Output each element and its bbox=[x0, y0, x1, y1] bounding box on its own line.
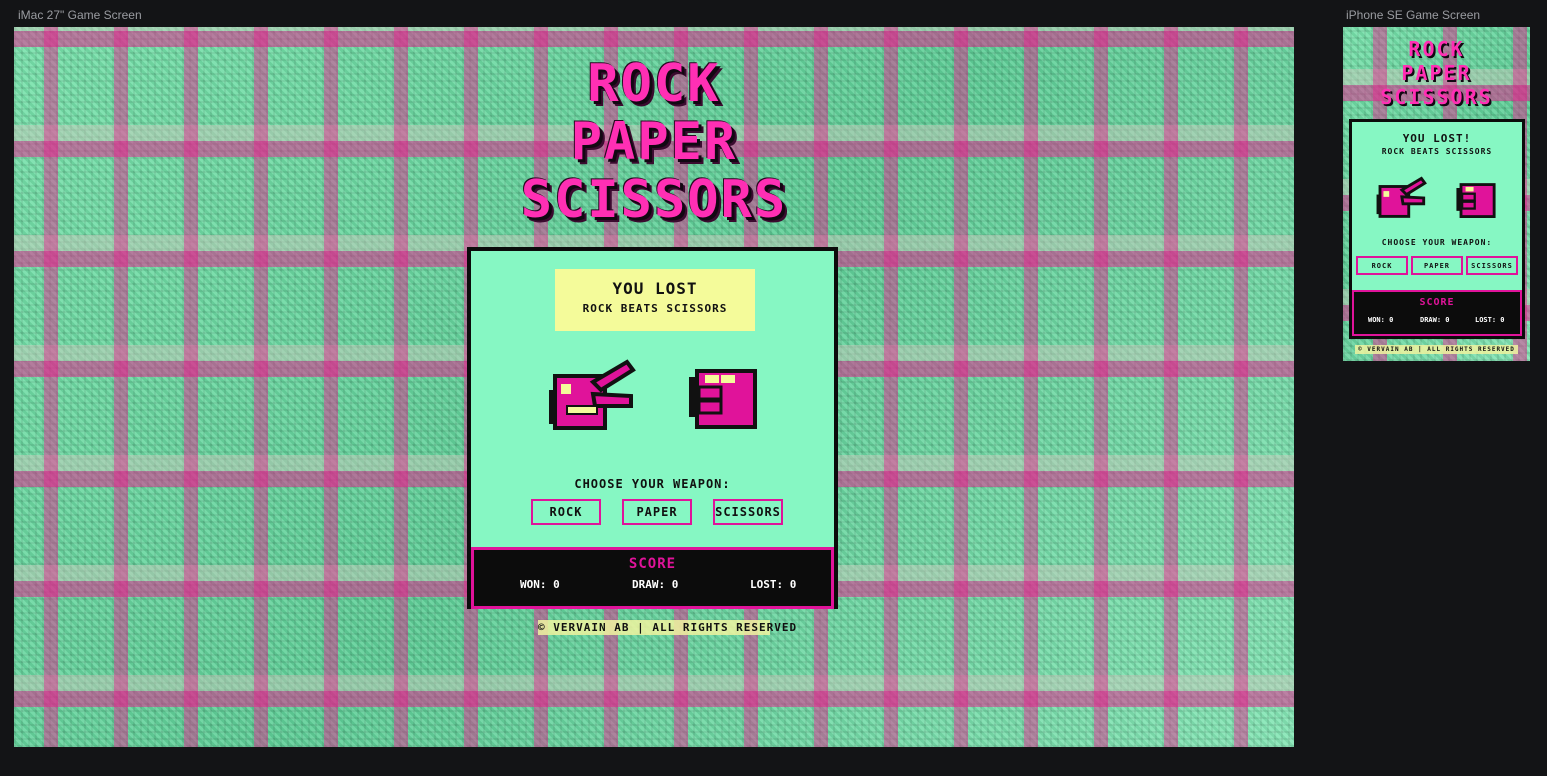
mobile-game-panel: YOU LOST! ROCK BEATS SCISSORS CHOOSE YOU… bbox=[1349, 119, 1525, 339]
result-box: YOU LOST ROCK BEATS SCISSORS bbox=[555, 269, 755, 331]
mobile-title-line-rock: ROCK bbox=[1408, 37, 1465, 61]
mobile-title-line-scissors: SCISSORS bbox=[1380, 85, 1493, 109]
score-lost: LOST: 0 bbox=[750, 578, 797, 591]
desktop-game-screen: ROCK PAPER SCISSORS YOU LOST ROCK BEATS … bbox=[14, 27, 1294, 747]
result-subtitle: ROCK BEATS SCISSORS bbox=[582, 302, 728, 315]
mobile-game-screen: ROCK PAPER SCISSORS YOU LOST! ROCK BEATS… bbox=[1343, 27, 1530, 361]
title-line-rock: ROCK bbox=[587, 54, 721, 114]
mobile-scissors-hand-icon bbox=[1376, 176, 1427, 218]
mobile-footer-copyright: © VERVAIN AB | ALL RIGHTS RESERVED bbox=[1355, 345, 1518, 354]
rock-fist-icon bbox=[689, 369, 757, 429]
paper-button[interactable]: PAPER bbox=[622, 499, 692, 525]
mobile-rock-fist-icon bbox=[1456, 183, 1496, 218]
mobile-score-lost: LOST: 0 bbox=[1475, 316, 1505, 324]
title-line-scissors: SCISSORS bbox=[520, 170, 788, 230]
desktop-frame-label: iMac 27" Game Screen bbox=[18, 8, 142, 22]
mobile-score-draw: DRAW: 0 bbox=[1420, 316, 1450, 324]
game-panel: YOU LOST ROCK BEATS SCISSORS CHOOSE YOUR… bbox=[467, 247, 838, 609]
scissors-button[interactable]: SCISSORS bbox=[713, 499, 783, 525]
score-draw: DRAW: 0 bbox=[632, 578, 679, 591]
footer-copyright: © VERVAIN AB | ALL RIGHTS RESERVED bbox=[538, 620, 798, 635]
mobile-frame-label: iPhone SE Game Screen bbox=[1346, 8, 1481, 22]
mobile-game-title: ROCK PAPER SCISSORS bbox=[1343, 37, 1530, 109]
score-box: SCORE WON: 0 DRAW: 0 LOST: 0 bbox=[471, 547, 834, 609]
rock-button[interactable]: ROCK bbox=[531, 499, 601, 525]
mobile-score-won: WON: 0 bbox=[1368, 316, 1394, 324]
mobile-score-title: SCORE bbox=[1419, 297, 1455, 308]
mobile-result-subtitle: ROCK BEATS SCISSORS bbox=[1381, 147, 1493, 156]
mobile-title-line-paper: PAPER bbox=[1401, 61, 1472, 85]
mobile-scissors-button[interactable]: SCISSORS bbox=[1466, 256, 1518, 275]
choose-weapon-label: CHOOSE YOUR WEAPON: bbox=[574, 477, 731, 491]
mobile-score-box: SCORE WON: 0 DRAW: 0 LOST: 0 bbox=[1352, 290, 1522, 336]
title-line-paper: PAPER bbox=[570, 112, 738, 172]
mobile-result-box: YOU LOST! ROCK BEATS SCISSORS bbox=[1352, 132, 1522, 164]
mobile-rock-button[interactable]: ROCK bbox=[1356, 256, 1408, 275]
scissors-hand-icon bbox=[549, 359, 636, 430]
game-title: ROCK PAPER SCISSORS bbox=[14, 55, 1294, 229]
mobile-paper-button[interactable]: PAPER bbox=[1411, 256, 1463, 275]
score-title: SCORE bbox=[628, 556, 677, 572]
mobile-choose-weapon-label: CHOOSE YOUR WEAPON: bbox=[1381, 238, 1493, 247]
score-won: WON: 0 bbox=[520, 578, 560, 591]
mobile-result-title: YOU LOST! bbox=[1402, 132, 1472, 145]
result-title: YOU LOST bbox=[612, 279, 698, 298]
